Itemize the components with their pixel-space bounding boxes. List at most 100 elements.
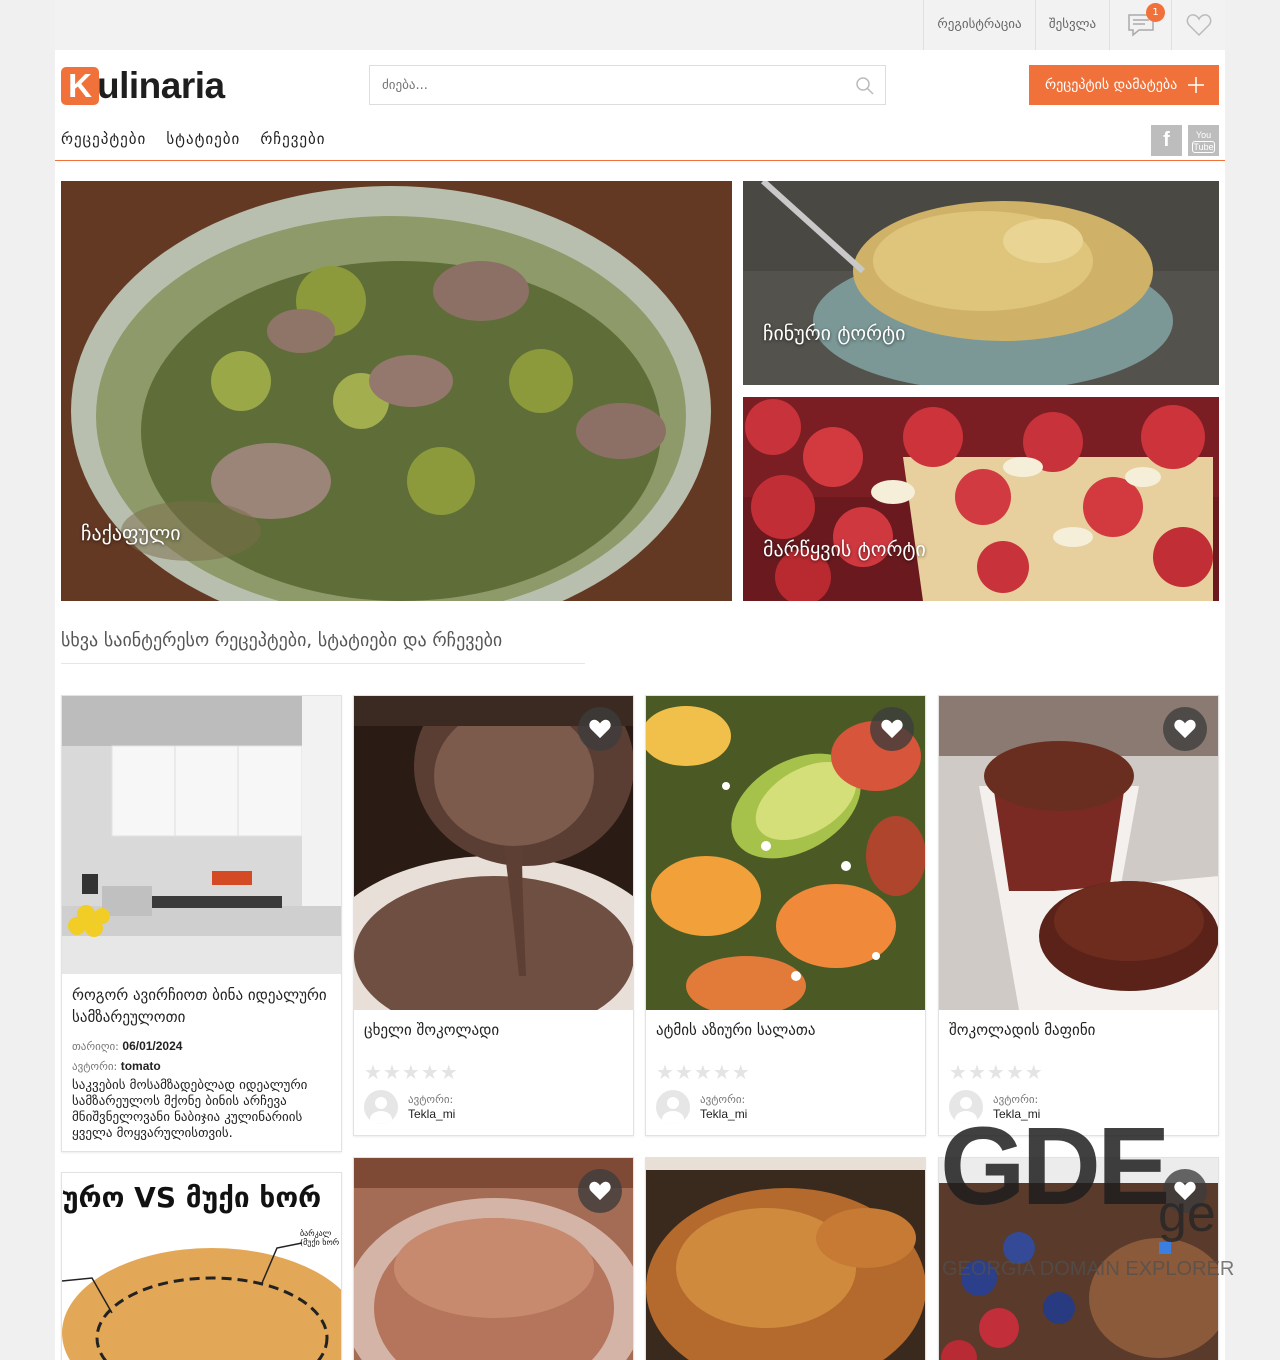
search-icon[interactable] bbox=[855, 76, 875, 96]
rating-stars[interactable]: ★ ★ ★ ★ ★ bbox=[656, 1062, 750, 1082]
main-nav: რეცეპტები სტატიები რჩევები bbox=[61, 130, 346, 148]
facebook-icon[interactable]: f bbox=[1151, 125, 1182, 156]
user-avatar-icon bbox=[949, 1090, 983, 1124]
recipe-author[interactable]: ავტორი: Tekla_mi bbox=[656, 1090, 747, 1124]
star-icon[interactable]: ★ bbox=[440, 1062, 458, 1082]
hero-caption-2: ჩინური ტორტი bbox=[763, 321, 906, 345]
user-avatar-icon bbox=[656, 1090, 690, 1124]
messages-badge: 1 bbox=[1146, 3, 1165, 22]
logo-text: ulinaria bbox=[97, 65, 225, 106]
star-icon[interactable]: ★ bbox=[968, 1062, 986, 1082]
section-divider bbox=[61, 663, 585, 664]
recipe-author[interactable]: ავტორი: Tekla_mi bbox=[949, 1090, 1040, 1124]
author-label: ავტორი: bbox=[408, 1093, 454, 1106]
heart-icon bbox=[1174, 719, 1196, 739]
recipe-title[interactable]: ატმის აზიური სალათა bbox=[656, 1019, 816, 1041]
article-card-chicken[interactable]: ურო VS მუქი ხორ ბარკალ (მუქი ხორ bbox=[61, 1172, 342, 1360]
hero-caption-3: მარწყვის ტორტი bbox=[763, 537, 926, 561]
page: რეგისტრაცია შესვლა 1 K ulinaria რეცეპტის… bbox=[55, 0, 1225, 1360]
favorites-button[interactable] bbox=[1171, 0, 1225, 50]
recipe-card[interactable] bbox=[353, 1157, 634, 1360]
hero-caption-1: ჩაქაფული bbox=[81, 521, 181, 545]
star-icon[interactable]: ★ bbox=[732, 1062, 750, 1082]
youtube-bottom: Tube bbox=[1192, 141, 1215, 153]
star-icon[interactable]: ★ bbox=[949, 1062, 967, 1082]
article-author: ავტორი: tomato bbox=[72, 1059, 161, 1073]
heart-icon bbox=[1186, 14, 1211, 37]
search-box bbox=[369, 65, 886, 105]
nav-articles[interactable]: სტატიები bbox=[166, 130, 240, 148]
add-recipe-button[interactable]: რეცეპტის დამატება bbox=[1029, 65, 1219, 105]
article-date-value: 06/01/2024 bbox=[122, 1039, 183, 1053]
favorite-button[interactable] bbox=[578, 1169, 622, 1213]
top-bar: რეგისტრაცია შესვლა 1 bbox=[55, 0, 1225, 50]
favorite-button[interactable] bbox=[1163, 1169, 1207, 1213]
nav-recipes[interactable]: რეცეპტები bbox=[61, 130, 146, 148]
chinese-cake-image bbox=[743, 181, 1219, 385]
star-icon[interactable]: ★ bbox=[421, 1062, 439, 1082]
chicken-diagram-title: ურო VS მუქი ხორ bbox=[62, 1181, 322, 1214]
nav-tips[interactable]: რჩევები bbox=[260, 130, 325, 148]
author-name[interactable]: Tekla_mi bbox=[993, 1107, 1040, 1121]
star-icon[interactable]: ★ bbox=[364, 1062, 382, 1082]
star-icon[interactable]: ★ bbox=[383, 1062, 401, 1082]
star-icon[interactable]: ★ bbox=[713, 1062, 731, 1082]
article-author-value[interactable]: tomato bbox=[121, 1059, 161, 1073]
recipe-author[interactable]: ავტორი: Tekla_mi bbox=[364, 1090, 455, 1124]
author-label: ავტორი: bbox=[700, 1093, 746, 1106]
recipe-card[interactable]: შოკოლადის მაფინი ★ ★ ★ ★ ★ ავტორი: Tekla_mi bbox=[938, 695, 1219, 1136]
favorite-button[interactable] bbox=[870, 707, 914, 751]
article-card[interactable]: როგორ ავირჩიოთ ბინა იდეალური სამზარეულოთ… bbox=[61, 695, 342, 1152]
search-input[interactable] bbox=[370, 66, 830, 104]
site-logo[interactable]: K ulinaria bbox=[61, 65, 225, 106]
hero-strawberry-cake[interactable]: მარწყვის ტორტი bbox=[743, 397, 1219, 601]
star-icon[interactable]: ★ bbox=[656, 1062, 674, 1082]
author-label: ავტორი: bbox=[993, 1093, 1039, 1106]
heart-icon bbox=[589, 1181, 611, 1201]
author-name[interactable]: Tekla_mi bbox=[700, 1107, 747, 1121]
star-icon[interactable]: ★ bbox=[675, 1062, 693, 1082]
star-icon[interactable]: ★ bbox=[1006, 1062, 1024, 1082]
roast-chicken-image bbox=[646, 1158, 925, 1360]
article-date-label: თარიღი: bbox=[72, 1040, 119, 1053]
star-icon[interactable]: ★ bbox=[1025, 1062, 1043, 1082]
register-link[interactable]: რეგისტრაცია bbox=[923, 0, 1035, 50]
rating-stars[interactable]: ★ ★ ★ ★ ★ bbox=[364, 1062, 458, 1082]
chicken-diagram-label-line-1: ბარკალ bbox=[300, 1229, 332, 1238]
chicken-diagram-label-line-2: (მუქი ხორ bbox=[300, 1238, 340, 1247]
logo-k: K bbox=[61, 67, 99, 105]
recipe-card[interactable] bbox=[938, 1157, 1219, 1360]
kitchen-image bbox=[62, 696, 341, 974]
star-icon[interactable]: ★ bbox=[694, 1062, 712, 1082]
rating-stars[interactable]: ★ ★ ★ ★ ★ bbox=[949, 1062, 1043, 1082]
article-description: საკვების მოსამზადებლად იდეალური სამზარეუ… bbox=[72, 1078, 308, 1141]
recipe-card[interactable]: ცხელი შოკოლადი ★ ★ ★ ★ ★ ავტორი: Tekla_mi bbox=[353, 695, 634, 1136]
article-date: თარიღი: 06/01/2024 bbox=[72, 1039, 182, 1053]
heart-icon bbox=[881, 719, 903, 739]
strawberry-cake-image bbox=[743, 397, 1219, 601]
star-icon[interactable]: ★ bbox=[987, 1062, 1005, 1082]
user-avatar-icon bbox=[364, 1090, 398, 1124]
recipe-title[interactable]: ცხელი შოკოლადი bbox=[364, 1019, 499, 1041]
star-icon[interactable]: ★ bbox=[402, 1062, 420, 1082]
favorite-button[interactable] bbox=[578, 707, 622, 751]
favorite-button[interactable] bbox=[1163, 707, 1207, 751]
header-divider bbox=[55, 160, 1225, 161]
add-recipe-label: რეცეპტის დამატება bbox=[1045, 77, 1178, 93]
recipe-card[interactable] bbox=[645, 1157, 926, 1360]
recipe-title[interactable]: შოკოლადის მაფინი bbox=[949, 1019, 1095, 1041]
plus-icon bbox=[1188, 77, 1204, 93]
youtube-icon[interactable]: You Tube bbox=[1188, 125, 1219, 156]
hero-chinese-cake[interactable]: ჩინური ტორტი bbox=[743, 181, 1219, 385]
article-author-label: ავტორი: bbox=[72, 1060, 118, 1073]
youtube-top: You bbox=[1195, 130, 1212, 140]
author-name[interactable]: Tekla_mi bbox=[408, 1107, 455, 1121]
login-link[interactable]: შესვლა bbox=[1035, 0, 1109, 50]
section-title: სხვა საინტერესო რეცეპტები, სტატიები და რ… bbox=[61, 630, 503, 651]
heart-icon bbox=[1174, 1181, 1196, 1201]
heart-icon bbox=[589, 719, 611, 739]
chicken-diagram-label: ბარკალ (მუქი ხორ bbox=[300, 1229, 339, 1247]
recipe-card[interactable]: ატმის აზიური სალათა ★ ★ ★ ★ ★ ავტორი: Tekla_… bbox=[645, 695, 926, 1136]
article-title[interactable]: როგორ ავირჩიოთ ბინა იდეალური სამზარეულოთ… bbox=[72, 984, 332, 1028]
hero-chakapuli[interactable]: ჩაქაფული bbox=[61, 181, 732, 601]
